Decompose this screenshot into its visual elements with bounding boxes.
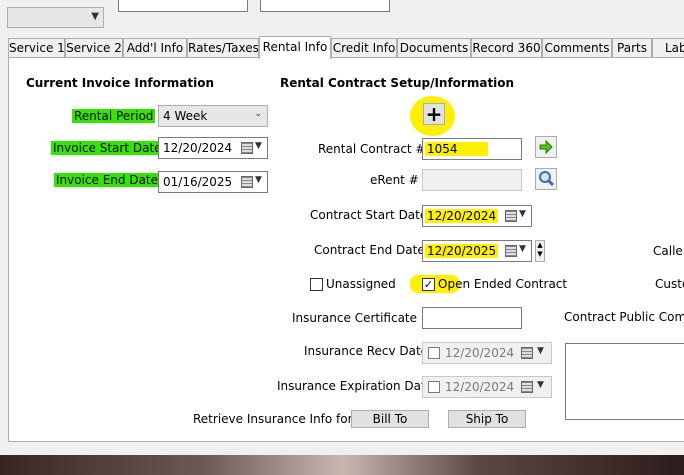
open-ended-checkbox[interactable]: ✓ [422,278,435,291]
insurance-exp-checkbox[interactable] [428,381,440,393]
insurance-exp-label: Insurance Expiration Date [277,379,434,393]
insurance-cert-input[interactable] [422,307,522,329]
chevron-down-icon: ⌄ [254,109,262,119]
insurance-recv-value: 12/20/2024 [445,346,515,360]
invoice-start-label-text: Invoice Start Date [51,141,164,155]
contract-end-value: 12/20/2025 [425,244,499,258]
spin-up-icon[interactable]: ▲ [537,241,542,249]
retrieve-insurance-label: Retrieve Insurance Info for: [193,412,357,426]
insurance-recv-checkbox[interactable] [428,347,440,359]
invoice-end-value: 01/16/2025 [163,175,233,189]
tab-addl-info[interactable]: Add'l Info [123,38,187,58]
tab-lab[interactable]: Lab [652,38,684,58]
tab-service-1[interactable]: Service 1 [8,38,65,58]
top-field-1[interactable] [118,0,248,12]
public-comments-label: Contract Public Comm [564,310,684,324]
calendar-icon[interactable] [241,142,253,154]
rental-period-label-text: Rental Period [72,109,156,123]
invoice-end-label: Invoice End Date [54,173,161,187]
unassigned-checkbox[interactable] [310,278,323,291]
dropdown-arrow-icon[interactable]: ▼ [255,175,262,185]
dropdown-arrow-icon[interactable]: ▼ [537,346,544,356]
calendar-icon[interactable] [521,347,533,359]
tab-documents[interactable]: Documents [397,38,471,58]
dropdown-arrow-icon[interactable]: ▼ [255,141,262,151]
contract-setup-header: Rental Contract Setup/Information [280,76,515,90]
unassigned-label: Unassigned [326,277,396,291]
rental-contract-label: Rental Contract # [318,142,426,156]
tab-parts[interactable]: Parts [612,38,652,58]
calendar-icon[interactable] [521,381,533,393]
tab-record-360[interactable]: Record 360 [471,38,542,58]
calendar-icon[interactable] [505,245,517,257]
tab-service-2[interactable]: Service 2 [65,38,123,58]
search-button[interactable] [535,168,557,190]
contract-start-label: Contract Start Date [310,208,428,222]
insurance-exp-field[interactable]: 12/20/2024 ▼ [422,376,552,398]
contract-start-value: 12/20/2024 [425,209,499,223]
rental-contract-input[interactable]: 1054 [422,138,522,160]
open-ended-label: Open Ended Contract [438,277,568,291]
bill-to-button[interactable]: Bill To [351,410,429,428]
plus-icon: + [425,102,443,126]
contract-start-field[interactable]: 12/20/2024 ▼ [422,205,532,227]
current-invoice-header: Current Invoice Information [26,76,215,90]
dropdown-arrow-icon[interactable]: ▼ [519,209,526,219]
tab-rates-taxes[interactable]: Rates/Taxes [187,38,259,58]
check-icon: ✓ [423,278,434,291]
rental-period-select[interactable]: 4 Week ⌄ [158,105,268,127]
chevron-down-icon: ▼ [91,11,99,22]
tab-rental-info[interactable]: Rental Info [259,36,331,59]
dropdown-arrow-icon[interactable]: ▼ [537,380,544,390]
go-button[interactable] [535,136,557,158]
invoice-start-label: Invoice Start Date [51,141,164,155]
invoice-end-field[interactable]: 01/16/2025 ▼ [158,171,268,193]
calendar-icon[interactable] [241,176,253,188]
green-arrow-icon [539,139,553,155]
invoice-start-field[interactable]: 12/20/2024 ▼ [158,137,268,159]
contract-end-label: Contract End Date [314,243,425,257]
contract-end-field[interactable]: 12/20/2025 ▼ [422,240,532,262]
tab-comments[interactable]: Comments [542,38,612,58]
magnifier-icon [539,171,555,187]
insurance-exp-value: 12/20/2024 [445,380,515,394]
calendar-icon[interactable] [505,210,517,222]
spin-down-icon[interactable]: ▼ [537,250,542,258]
tab-credit-info[interactable]: Credit Info [331,38,397,58]
insurance-cert-label: Insurance Certificate # [292,311,431,325]
contract-end-spinner[interactable]: ▲ ▼ [535,240,545,262]
rental-period-value: 4 Week [163,109,208,123]
customer-label: Custo [655,277,684,291]
ship-to-button[interactable]: Ship To [448,410,526,428]
erent-label: eRent # [370,173,419,187]
invoice-start-value: 12/20/2024 [163,141,233,155]
rental-contract-value: 1054 [425,142,488,156]
background-strip [0,455,684,475]
dropdown-arrow-icon[interactable]: ▼ [519,244,526,254]
add-contract-button[interactable]: + [423,103,445,125]
insurance-recv-field[interactable]: 12/20/2024 ▼ [422,342,552,364]
public-comments-textarea[interactable] [565,343,684,420]
top-field-2[interactable] [260,0,390,12]
top-combo[interactable]: ▼ [7,7,104,28]
invoice-end-label-text: Invoice End Date [54,173,161,187]
erent-input[interactable] [422,169,522,191]
rental-period-label: Rental Period [72,109,156,123]
insurance-recv-label: Insurance Recv Date [304,344,429,358]
called-label: Calle [653,244,683,258]
